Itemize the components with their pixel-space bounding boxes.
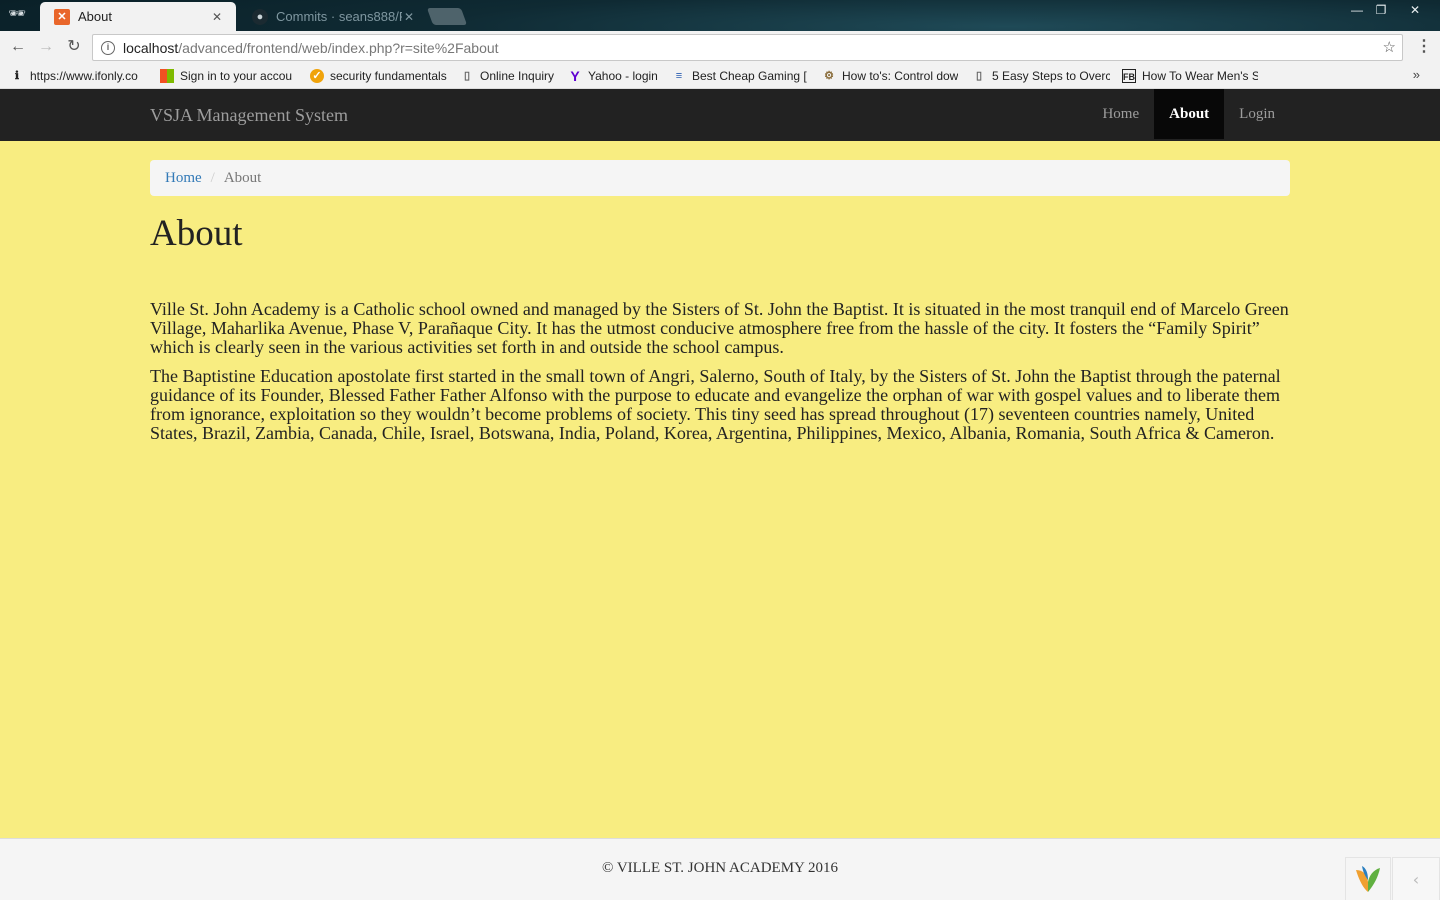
site-navbar: VSJA Management System Home About Login [0,89,1440,141]
about-paragraph-1: Ville St. John Academy is a Catholic sch… [150,298,1289,357]
check-badge-icon: ✓ [310,69,324,83]
main-content: Home / About About Ville St. John Academ… [150,160,1290,443]
yii-debug-logo-icon[interactable] [1345,857,1391,900]
bookmark-label: Sign in to your accou [180,69,293,83]
breadcrumb-separator: / [210,169,215,186]
breadcrumb: Home / About [150,160,1290,196]
bookmark-item[interactable]: ✓ security fundamentals [310,67,448,85]
bars-icon: ≡ [675,70,683,82]
bookmark-item[interactable]: ℹ https://www.ifonly.co [10,67,146,85]
address-bar[interactable]: i localhost/advanced/frontend/web/index.… [92,34,1403,61]
bookmark-label: Best Cheap Gaming [ [692,69,807,83]
bookmark-item[interactable]: FB How To Wear Men's S [1122,67,1258,85]
gear-people-icon: ⚙ [824,70,834,82]
github-icon: ● [252,8,268,25]
ifonly-icon: ℹ [14,70,20,82]
tab-title: About [78,9,112,24]
close-tab-icon[interactable]: ✕ [210,10,224,24]
bookmarks-overflow-button[interactable]: » [1413,67,1420,82]
nav-login[interactable]: Login [1224,89,1290,139]
new-tab-button[interactable] [426,8,468,25]
bookmark-label: security fundamentals [330,69,447,83]
bookmark-label: How To Wear Men's S [1142,69,1258,83]
browser-toolbar: ← → ↻ i localhost/advanced/frontend/web/… [0,31,1440,63]
bookmark-item[interactable]: Sign in to your accou [160,67,298,85]
footer: © VILLE ST. JOHN ACADEMY 2016 ‹ [0,838,1440,900]
page-icon: ▯ [975,70,983,82]
browser-chrome: 🕶 ✕ About ✕ ● Commits · seans888/Pro ✕ —… [0,0,1440,89]
url-host: localhost [123,39,179,56]
incognito-icon: 🕶 [8,5,26,21]
microsoft-icon [160,69,174,83]
close-tab-icon[interactable]: ✕ [402,10,416,24]
tab-title: Commits · seans888/Pro [276,9,402,24]
page-icon: ▯ [463,70,471,82]
tab-strip: 🕶 ✕ About ✕ ● Commits · seans888/Pro ✕ —… [0,0,1440,31]
reload-icon[interactable]: ↻ [63,36,85,58]
fb-icon: FB [1122,69,1136,83]
yii-icon [1356,866,1380,892]
bookmark-item[interactable]: ⚙ How to's: Control dow [822,67,960,85]
navbar-brand[interactable]: VSJA Management System [150,105,348,126]
breadcrumb-current: About [223,169,262,186]
bookmark-item[interactable]: Y Yahoo - login [568,67,664,85]
close-window-icon[interactable]: ✕ [1400,0,1430,22]
bookmark-item[interactable]: ▯ 5 Easy Steps to Overc [972,67,1110,85]
bookmark-label: 5 Easy Steps to Overc [992,69,1110,83]
navbar-menu: Home About Login [1087,89,1290,139]
tab-about[interactable]: ✕ About ✕ [40,2,236,31]
bookmark-label: Yahoo - login [588,69,658,83]
url-path: /advanced/frontend/web/index.php?r=site%… [178,39,499,56]
browser-menu-icon[interactable]: ⋮ [1416,36,1432,58]
nav-home[interactable]: Home [1087,89,1154,139]
bookmark-item[interactable]: ≡ Best Cheap Gaming [ [672,67,808,85]
nav-about[interactable]: About [1154,89,1225,139]
xampp-icon: ✕ [54,8,70,25]
breadcrumb-home-link[interactable]: Home [165,170,202,187]
info-icon[interactable]: i [101,40,115,55]
bookmark-label: https://www.ifonly.co [30,69,138,83]
bookmark-label: How to's: Control dow [842,69,959,83]
back-icon[interactable]: ← [7,36,29,58]
page-title: About [150,213,243,254]
about-paragraph-2: The Baptistine Education apostolate firs… [150,365,1281,443]
bookmarks-bar: ℹ https://www.ifonly.co Sign in to your … [0,63,1440,89]
bookmark-star-icon[interactable]: ☆ [1383,38,1396,56]
yii-debug-toggle-icon[interactable]: ‹ [1392,857,1440,900]
bookmark-item[interactable]: ▯ Online Inquiry [460,67,560,85]
tab-commits[interactable]: ● Commits · seans888/Pro ✕ [238,2,428,31]
footer-copyright: © VILLE ST. JOHN ACADEMY 2016 [601,860,839,876]
forward-icon[interactable]: → [35,36,57,58]
yahoo-icon: Y [570,68,580,84]
bookmark-label: Online Inquiry [480,69,555,83]
restore-icon[interactable]: ❐ [1366,0,1396,22]
